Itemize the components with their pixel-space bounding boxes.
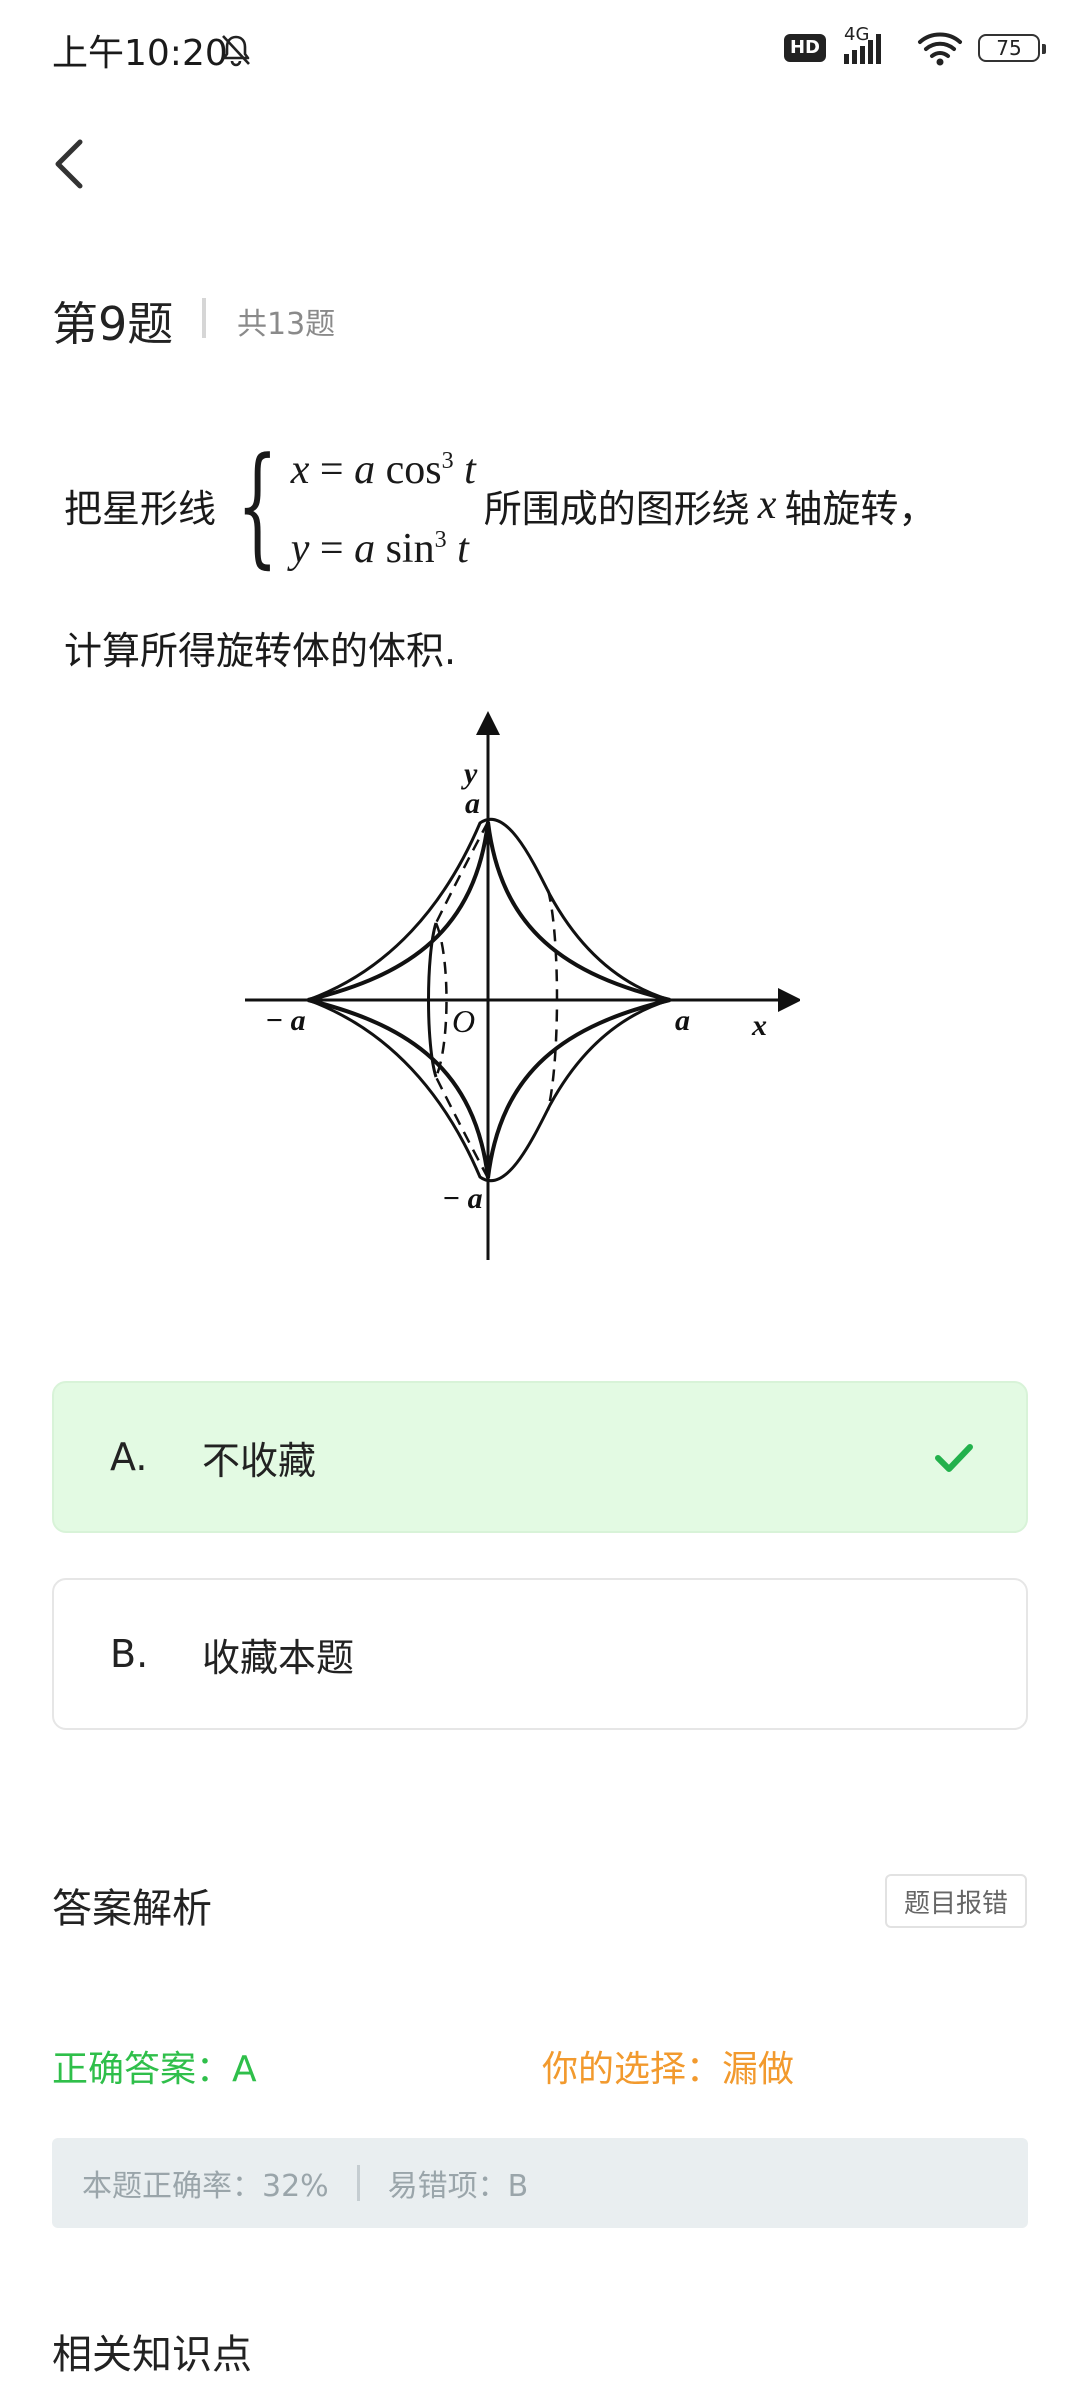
question-suffix: 轴旋转，	[784, 486, 937, 531]
accuracy-rate: 本题正确率：32%	[82, 2169, 329, 2204]
origin-label: O	[452, 1003, 475, 1039]
signal-icon: 4G	[840, 24, 902, 68]
option-text: 不收藏	[202, 1438, 317, 1483]
equation-y: y = a sin3 t	[290, 526, 469, 572]
question-prefix: 把星形线	[64, 486, 217, 531]
question-text-line2: 计算所得旋转体的体积.	[64, 629, 457, 673]
equation-x: x = a cos3 t	[290, 447, 476, 493]
astroid-figure: y x O a − a − a a	[245, 711, 800, 1260]
x-axis-label: x	[751, 1009, 767, 1042]
question-number: 第9题	[52, 297, 174, 351]
status-icons: HD 4G 75	[783, 24, 1046, 68]
option-letter: A.	[110, 1435, 148, 1479]
question-mid: 所围成的图形绕	[483, 486, 750, 531]
option-a[interactable]: A. 不收藏	[52, 1381, 1028, 1533]
stats-divider	[356, 2165, 360, 2201]
common-error: 易错项：B	[387, 2169, 529, 2204]
bottom-label: − a	[442, 1182, 483, 1215]
axis-variable: x	[757, 482, 777, 528]
y-axis-label: y	[461, 757, 478, 790]
left-label: − a	[265, 1004, 306, 1037]
analysis-title: 答案解析	[52, 1886, 212, 1932]
silent-bell-icon	[222, 35, 250, 67]
report-error-button[interactable]: 题目报错	[885, 1874, 1027, 1928]
title-divider	[202, 298, 206, 338]
option-text: 收藏本题	[202, 1635, 355, 1680]
option-letter: B.	[110, 1632, 149, 1676]
check-icon	[935, 1444, 973, 1472]
left-brace: {	[236, 429, 279, 581]
status-time: 上午10:20	[52, 33, 228, 74]
knowledge-points-title: 相关知识点	[52, 2332, 252, 2378]
option-b[interactable]: B. 收藏本题	[52, 1578, 1028, 1730]
top-label: a	[465, 787, 480, 820]
correct-answer: 正确答案：A	[52, 2049, 257, 2090]
your-choice: 你的选择：漏做	[542, 2049, 795, 2090]
wifi-icon	[918, 32, 962, 66]
question-text: 把星形线 { x = a cos3 t y = a sin3 t 所围成的图形绕…	[64, 430, 936, 580]
back-icon[interactable]	[50, 136, 90, 192]
battery-icon: 75	[978, 34, 1046, 62]
question-total: 共13题	[237, 307, 336, 342]
stats-bar: 本题正确率：32% 易错项：B	[52, 2138, 1028, 2228]
right-label: a	[675, 1004, 690, 1037]
equation-system: { x = a cos3 t y = a sin3 t	[224, 426, 476, 584]
hd-icon: HD	[783, 34, 826, 62]
